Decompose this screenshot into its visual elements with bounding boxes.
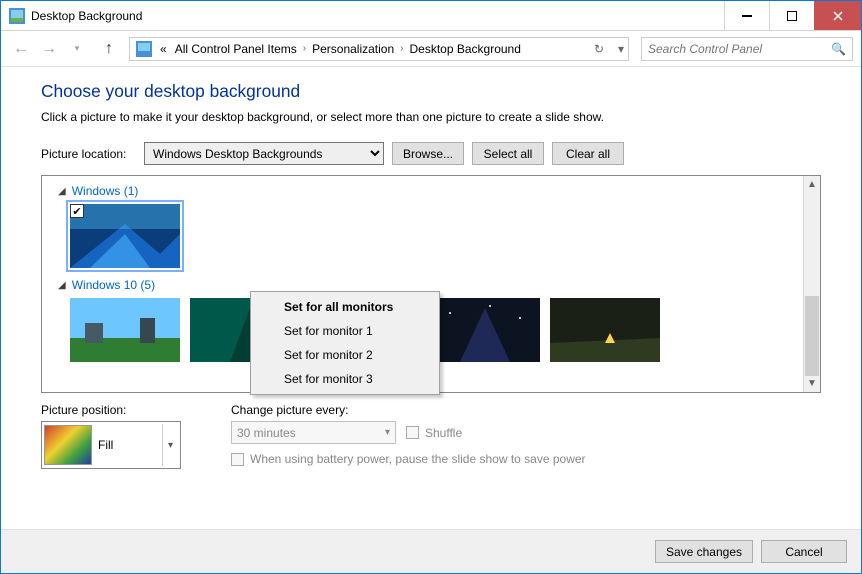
picture-location-select[interactable]: Windows Desktop Backgrounds <box>144 142 384 165</box>
picture-position-select[interactable]: Fill ▾ <box>41 421 181 469</box>
search-icon[interactable]: 🔍 <box>831 42 846 56</box>
breadcrumb-item[interactable]: Personalization <box>308 38 398 60</box>
battery-pause-label: When using battery power, pause the slid… <box>250 452 586 466</box>
save-changes-button[interactable]: Save changes <box>655 540 753 563</box>
thumbnail-checkbox[interactable]: ✔ <box>70 204 84 218</box>
page-title: Choose your desktop background <box>41 81 821 102</box>
wallpaper-preview <box>70 298 180 362</box>
ctx-set-monitor-2[interactable]: Set for monitor 2 <box>254 343 436 367</box>
window: Desktop Background ← → ▾ ↑ « All Control… <box>0 0 862 574</box>
scroll-up-button[interactable]: ▲ <box>804 176 820 193</box>
address-dropdown[interactable]: ▾ <box>618 42 624 56</box>
group-name: Windows (1) <box>72 184 139 198</box>
change-interval-value: 30 minutes <box>237 426 385 440</box>
breadcrumb-item[interactable]: Desktop Background <box>406 38 525 60</box>
maximize-button[interactable] <box>769 1 814 30</box>
collapse-caret-icon: ◢ <box>58 186 66 197</box>
battery-pause-checkbox[interactable] <box>231 453 244 466</box>
group-name: Windows 10 (5) <box>72 278 155 292</box>
cancel-button[interactable]: Cancel <box>761 540 847 563</box>
up-button[interactable]: ↑ <box>97 37 121 61</box>
window-title: Desktop Background <box>31 9 724 23</box>
shuffle-checkbox[interactable] <box>406 426 419 439</box>
navbar: ← → ▾ ↑ « All Control Panel Items › Pers… <box>1 31 861 67</box>
wallpaper-thumbnail[interactable] <box>70 298 180 362</box>
minimize-button[interactable] <box>724 1 769 30</box>
location-icon <box>136 41 152 57</box>
chevron-down-icon: ▾ <box>385 427 390 438</box>
ctx-set-monitor-1[interactable]: Set for monitor 1 <box>254 319 436 343</box>
group-header[interactable]: ◢ Windows 10 (5) <box>58 278 816 292</box>
wallpaper-preview <box>550 298 660 362</box>
collapse-caret-icon: ◢ <box>58 280 66 291</box>
chevron-down-icon: ▾ <box>162 424 178 466</box>
wallpaper-preview <box>430 298 540 362</box>
picture-position-label: Picture position: <box>41 403 181 417</box>
footer: Save changes Cancel <box>1 529 861 573</box>
breadcrumb[interactable]: « All Control Panel Items › Personalizat… <box>129 37 629 61</box>
change-every-label: Change picture every: <box>231 403 586 417</box>
scroll-thumb[interactable] <box>805 296 819 376</box>
search-input[interactable] <box>648 42 831 56</box>
history-dropdown[interactable]: ▾ <box>65 37 89 61</box>
browse-button[interactable]: Browse... <box>392 142 464 165</box>
app-icon <box>9 8 25 24</box>
change-interval-select[interactable]: 30 minutes ▾ <box>231 421 396 444</box>
position-value: Fill <box>98 438 162 452</box>
scrollbar[interactable]: ▲ ▼ <box>803 176 820 392</box>
close-button[interactable] <box>814 1 861 30</box>
titlebar: Desktop Background <box>1 1 861 31</box>
wallpaper-thumbnail[interactable] <box>550 298 660 362</box>
page-description: Click a picture to make it your desktop … <box>41 110 821 124</box>
wallpaper-preview <box>70 204 180 268</box>
breadcrumb-item[interactable]: All Control Panel Items <box>171 38 301 60</box>
select-all-button[interactable]: Select all <box>472 142 544 165</box>
breadcrumb-overflow[interactable]: « <box>156 38 171 60</box>
content-area: TenForums.com Choose your desktop backgr… <box>1 67 861 529</box>
picture-location-label: Picture location: <box>41 147 136 161</box>
ctx-set-monitor-3[interactable]: Set for monitor 3 <box>254 367 436 391</box>
chevron-right-icon: › <box>398 43 405 54</box>
ctx-set-all-monitors[interactable]: Set for all monitors <box>254 295 436 319</box>
refresh-button[interactable]: ↻ <box>594 42 604 56</box>
search-box[interactable]: 🔍 <box>641 37 853 61</box>
forward-button[interactable]: → <box>37 37 61 61</box>
wallpaper-thumbnail[interactable]: ✔ <box>70 204 180 268</box>
wallpaper-thumbnail[interactable] <box>430 298 540 362</box>
context-menu: Set for all monitors Set for monitor 1 S… <box>250 291 440 395</box>
scroll-down-button[interactable]: ▼ <box>804 375 820 392</box>
position-preview-icon <box>44 425 92 465</box>
shuffle-label: Shuffle <box>425 426 462 440</box>
chevron-right-icon: › <box>301 43 308 54</box>
clear-all-button[interactable]: Clear all <box>552 142 624 165</box>
group-header[interactable]: ◢ Windows (1) <box>58 184 816 198</box>
back-button[interactable]: ← <box>9 37 33 61</box>
